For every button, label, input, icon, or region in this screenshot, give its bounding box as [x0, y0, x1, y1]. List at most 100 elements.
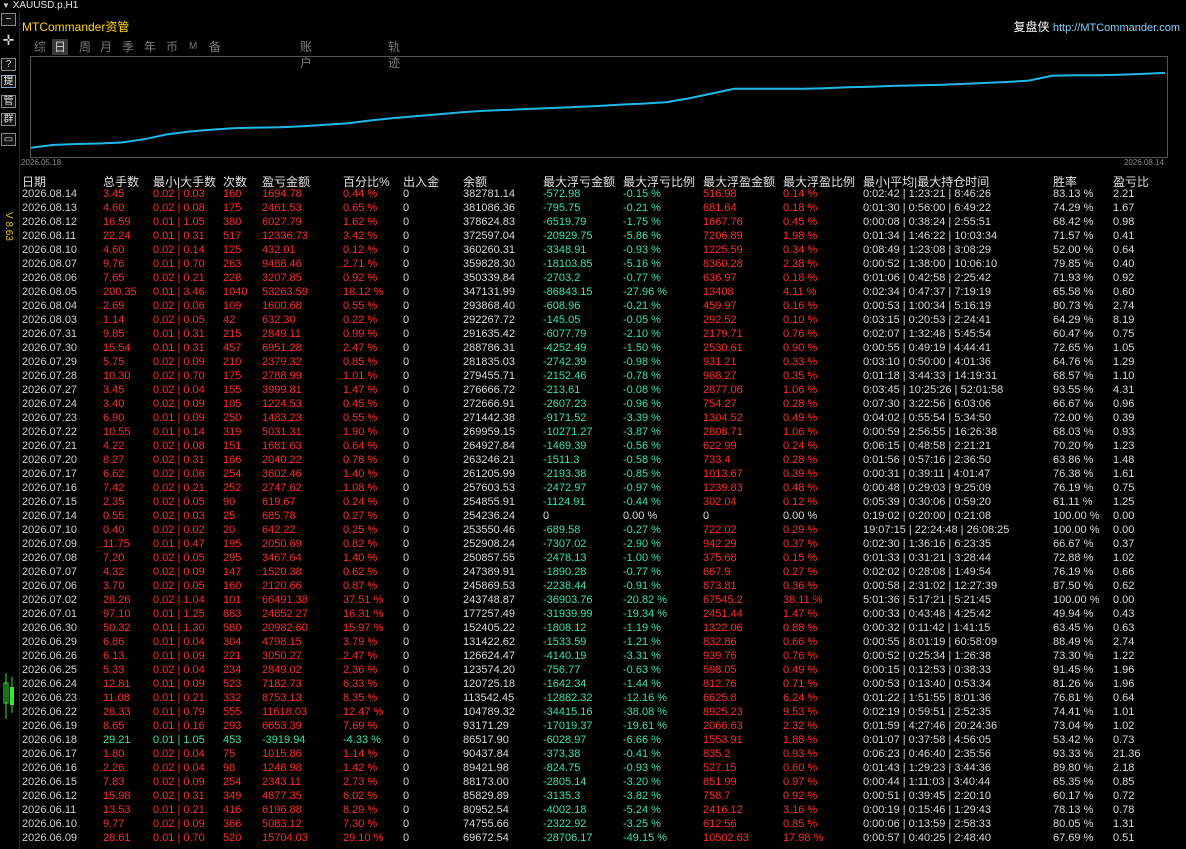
cell-max-float-profit-pct: 1.88 %: [783, 734, 818, 746]
cell-pl-ratio: 0.00: [1113, 510, 1135, 522]
window-menu-icon[interactable]: ▼: [2, 1, 10, 10]
table-row[interactable]: 2026.07.16 7.42 0.02 | 0.21 252 2747.62 1.08 …: [0, 481, 1186, 495]
table-row[interactable]: 2026.08.10 4.60 0.02 | 0.14 125 432.01 0.12 %…: [0, 243, 1186, 257]
table-row[interactable]: 2026.07.06 3.70 0.02 | 0.05 160 2120.66 0.87 …: [0, 579, 1186, 593]
chart-tool-icon[interactable]: 提: [1, 75, 16, 88]
table-row[interactable]: 2026.07.24 3.40 0.02 | 0.09 105 1224.53 0.45 …: [0, 397, 1186, 411]
table-row[interactable]: 2026.06.29 6.86 0.01 | 0.04 304 4798.15 3.79 …: [0, 635, 1186, 649]
cell-max-float-loss-pct: -2.90 %: [623, 538, 661, 550]
table-row[interactable]: 2026.07.15 2.35 0.02 | 0.05 90 619.67 0.24 % 0…: [0, 495, 1186, 509]
table-row[interactable]: 2026.07.10 0.40 0.02 | 0.02 20 642.22 0.25 % 0…: [0, 523, 1186, 537]
table-row[interactable]: 2026.06.18 29.21 0.01 | 1.05 453 -3919.94 -4.…: [0, 733, 1186, 747]
cell-max-float-profit-pct: 0.49 %: [783, 664, 818, 676]
table-row[interactable]: 2026.07.23 6.90 0.01 | 0.09 250 1483.23 0.55 …: [0, 411, 1186, 425]
website-link[interactable]: http://MTCommander.com: [1053, 22, 1180, 34]
table-row[interactable]: 2026.08.14 3.45 0.02 | 0.03 160 1694.78 0.44 …: [0, 187, 1186, 201]
table-row[interactable]: 2026.07.27 3.45 0.02 | 0.04 155 3999.81 1.47 …: [0, 383, 1186, 397]
tab-m[interactable]: M: [189, 39, 197, 55]
cell-date: 2026.06.23: [22, 692, 78, 704]
table-row[interactable]: 2026.06.30 50.32 0.01 | 1.30 580 20982.60 15.…: [0, 621, 1186, 635]
table-row[interactable]: 2026.07.14 0.55 0.02 | 0.03 25 685.78 0.27 % 0…: [0, 509, 1186, 523]
table-row[interactable]: 2026.07.08 7.20 0.02 | 0.05 295 3467.64 1.40 …: [0, 551, 1186, 565]
cell-min-max-lots: 0.02 | 0.05: [153, 314, 205, 326]
cell-pl-ratio: 8.19: [1113, 314, 1135, 326]
tab-quarter[interactable]: 季: [122, 39, 134, 55]
table-row[interactable]: 2026.06.15 7.83 0.02 | 0.09 254 2343.11 2.73 …: [0, 775, 1186, 789]
manage-icon[interactable]: 管: [1, 95, 16, 108]
table-row[interactable]: 2026.08.06 7.65 0.02 | 0.21 228 3207.85 0.92 …: [0, 271, 1186, 285]
tab-currency[interactable]: 币: [166, 39, 178, 55]
cell-total-lots: 5.33: [103, 664, 125, 676]
cell-max-float-profit-pct: 1.98 %: [783, 230, 818, 242]
table-row[interactable]: 2026.07.17 6.62 0.02 | 0.06 254 3602.46 1.40 …: [0, 467, 1186, 481]
minus-icon[interactable]: −: [1, 13, 16, 26]
cell-max-float-loss-pct: -5.86 %: [623, 230, 661, 242]
cell-max-float-loss: -28706.17: [543, 832, 593, 844]
cell-percent: 0.85 %: [343, 356, 378, 368]
window-icon[interactable]: ▭: [1, 133, 16, 146]
tab-day[interactable]: 日: [52, 39, 69, 55]
table-row[interactable]: 2026.07.02 28.26 0.02 | 1.04 101 66491.38 37.…: [0, 593, 1186, 607]
table-row[interactable]: 2026.07.09 11.75 0.01 | 0.47 195 2050.69 0.82…: [0, 537, 1186, 551]
cell-win-rate: 67.69 %: [1053, 832, 1094, 844]
cell-total-lots: 200.35: [103, 286, 137, 298]
header-right: 复盘侠 http://MTCommander.com: [1013, 18, 1180, 35]
cell-deposit-withdraw: 0: [403, 636, 410, 648]
cell-holding-time: 0:06:23 | 0:46:40 | 2:35:56: [863, 748, 992, 760]
table-row[interactable]: 2026.08.03 1.14 0.02 | 0.05 42 632.30 0.22 % 0…: [0, 313, 1186, 327]
table-row[interactable]: 2026.07.07 4.32 0.02 | 0.09 147 1520.38 0.62 …: [0, 565, 1186, 579]
cell-min-max-lots: 0.01 | 0.31: [153, 328, 205, 340]
table-row[interactable]: 2026.06.12 15.98 0.02 | 0.31 349 4877.35 6.02…: [0, 789, 1186, 803]
table-row[interactable]: 2026.06.17 1.80 0.02 | 0.04 75 1015.86 1.14 %…: [0, 747, 1186, 761]
table-row[interactable]: 2026.06.16 2.26 0.02 | 0.04 98 1248.98 1.42 %…: [0, 761, 1186, 775]
cell-pnl: 1224.53: [262, 398, 302, 410]
table-row[interactable]: 2026.06.23 11.08 0.01 | 0.21 332 8753.13 8.35…: [0, 691, 1186, 705]
table-row[interactable]: 2026.06.22 28.33 0.01 | 0.79 555 11618.03 12.…: [0, 705, 1186, 719]
cell-max-float-profit: 758.7: [703, 790, 731, 802]
cell-max-float-profit: 2808.71: [703, 426, 743, 438]
table-row[interactable]: 2026.06.24 12.81 0.01 | 0.09 523 7182.73 6.33…: [0, 677, 1186, 691]
help-icon[interactable]: ?: [1, 58, 16, 71]
cell-date: 2026.06.17: [22, 748, 78, 760]
table-row[interactable]: 2026.06.10 9.77 0.02 | 0.09 366 5083.12 7.30 …: [0, 817, 1186, 831]
table-row[interactable]: 2026.07.29 5.75 0.02 | 0.09 210 2379.32 0.85 …: [0, 355, 1186, 369]
cell-min-max-lots: 0.01 | 0.09: [153, 678, 205, 690]
table-row[interactable]: 2026.07.22 10.55 0.01 | 0.14 319 5031.31 1.90…: [0, 425, 1186, 439]
table-row[interactable]: 2026.06.26 6.13 0.01 | 0.09 221 3050.27 2.47 …: [0, 649, 1186, 663]
table-row[interactable]: 2026.06.09 28.61 0.01 | 0.70 520 15704.03 29.…: [0, 831, 1186, 845]
table-row[interactable]: 2026.08.12 16.59 0.01 | 1.05 380 6027.79 1.62…: [0, 215, 1186, 229]
table-row[interactable]: 2026.08.05 200.35 0.01 | 3.46 1040 53263.59 1…: [0, 285, 1186, 299]
cell-max-float-loss-pct: -1.50 %: [623, 342, 661, 354]
table-row[interactable]: 2026.07.31 9.85 0.01 | 0.31 215 2849.11 0.99 …: [0, 327, 1186, 341]
tab-year[interactable]: 年: [144, 39, 156, 55]
cell-pl-ratio: 0.37: [1113, 538, 1135, 550]
cell-win-rate: 87.50 %: [1053, 580, 1094, 592]
table-row[interactable]: 2026.06.11 13.53 0.01 | 0.21 416 6196.88 8.29…: [0, 803, 1186, 817]
tab-month[interactable]: 月: [100, 39, 112, 55]
cell-pnl: 12336.73: [262, 230, 308, 242]
table-row[interactable]: 2026.08.07 9.76 0.01 | 0.70 263 9488.46 2.71 …: [0, 257, 1186, 271]
cell-total-lots: 3.45: [103, 188, 125, 200]
table-row[interactable]: 2026.07.28 10.30 0.02 | 0.70 175 2788.99 1.01…: [0, 369, 1186, 383]
group-icon[interactable]: 群: [1, 113, 16, 126]
table-row[interactable]: 2026.06.19 8.65 0.01 | 0.16 293 6653.39 7.69 …: [0, 719, 1186, 733]
table-row[interactable]: 2026.07.21 4.22 0.02 | 0.08 151 1681.63 0.64 …: [0, 439, 1186, 453]
tab-week[interactable]: 周: [79, 39, 91, 55]
cell-max-float-profit: 622.99: [703, 440, 737, 452]
cell-balance: 80952.54: [463, 804, 509, 816]
table-row[interactable]: 2026.08.04 2.69 0.02 | 0.06 109 1600.68 0.55 …: [0, 299, 1186, 313]
table-row[interactable]: 2026.06.25 5.33 0.02 | 0.04 234 2849.02 2.36 …: [0, 663, 1186, 677]
cell-max-float-loss: -10271.27: [543, 426, 593, 438]
tab-notes[interactable]: 备: [209, 39, 221, 55]
cell-pnl: 2120.66: [262, 580, 302, 592]
cell-max-float-profit: 612.56: [703, 818, 737, 830]
tab-summary[interactable]: 综: [34, 39, 46, 55]
table-row[interactable]: 2026.07.30 15.54 0.01 | 0.31 457 6951.28 2.47…: [0, 341, 1186, 355]
cell-holding-time: 0:00:53 | 0:13:40 | 0:53:34: [863, 678, 992, 690]
table-row[interactable]: 2026.07.01 97.10 0.01 | 1.25 883 24852.27 16.…: [0, 607, 1186, 621]
table-row[interactable]: 2026.08.11 22.24 0.01 | 0.31 517 12336.73 3.4…: [0, 229, 1186, 243]
table-row[interactable]: 2026.08.13 4.60 0.02 | 0.08 175 2461.53 0.65 …: [0, 201, 1186, 215]
table-row[interactable]: 2026.07.20 8.27 0.02 | 0.31 166 2040.22 0.78 …: [0, 453, 1186, 467]
crosshair-icon[interactable]: ✛: [1, 33, 16, 47]
cell-max-float-loss: -2478.13: [543, 552, 587, 564]
